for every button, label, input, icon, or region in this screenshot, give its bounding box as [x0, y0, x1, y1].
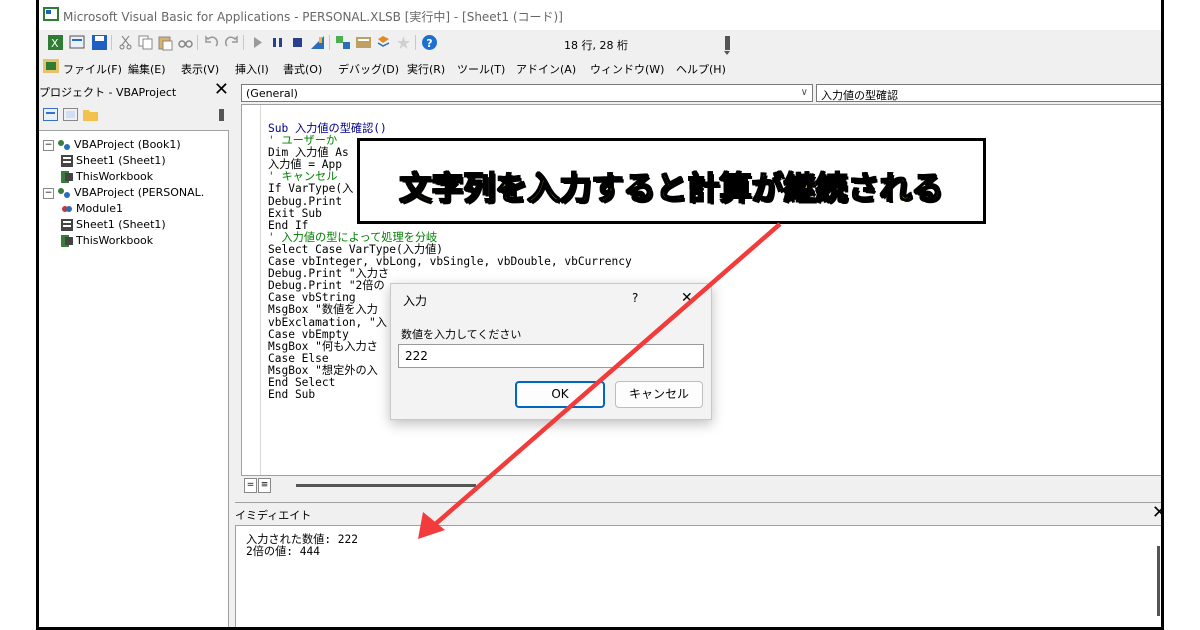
project-toolbar-options-icon[interactable]	[219, 109, 224, 121]
insert-module-icon[interactable]	[69, 34, 86, 51]
tree-node-personal[interactable]: − VBAProject (PERSONAL.	[43, 185, 204, 201]
tree-node-sheet1-personal[interactable]: Sheet1 (Sheet1)	[61, 217, 166, 233]
view-object-icon[interactable]	[63, 108, 78, 121]
view-excel-icon[interactable]: X	[47, 34, 64, 51]
project-explorer-header: プロジェクト - VBAProject ✕	[39, 80, 229, 102]
dialog-value-input[interactable]	[398, 344, 704, 368]
menu-debug[interactable]: デバッグ(D)	[338, 61, 399, 77]
annotation-callout: 文字列を入力すると計算が継続される	[357, 138, 986, 224]
vba-app-icon	[43, 7, 59, 21]
immediate-header: イミディエイト ✕	[235, 502, 1161, 525]
window-title: Microsoft Visual Basic for Applications …	[63, 10, 563, 24]
immediate-title: イミディエイト	[235, 509, 312, 522]
code-window-header: (General) ∨ 入力値の型確認	[241, 84, 1161, 104]
ok-button[interactable]: OK	[515, 381, 605, 408]
project-explorer-icon[interactable]	[335, 34, 352, 51]
immediate-window[interactable]: 入力された数値: 222 2倍の値: 444	[235, 525, 1161, 627]
tree-node-thisworkbook[interactable]: ThisWorkbook	[61, 169, 153, 185]
dialog-help-button[interactable]: ?	[632, 291, 638, 305]
menu-view[interactable]: 表示(V)	[181, 61, 219, 77]
collapse-icon[interactable]: −	[43, 139, 54, 151]
workbook-icon	[61, 235, 73, 247]
procedure-view-icon[interactable]: =	[244, 478, 257, 493]
save-icon[interactable]	[91, 34, 108, 51]
project-tree: − VBAProject (Book1) Sheet1 (Sheet1) This…	[39, 130, 229, 627]
code-margin[interactable]	[242, 105, 261, 475]
workbook-icon	[61, 171, 73, 183]
tree-label: Sheet1 (Sheet1)	[76, 218, 166, 231]
callout-text: 文字列を入力すると計算が継続される	[399, 168, 945, 208]
chevron-down-icon[interactable]: ∨	[801, 87, 808, 98]
inputbox-dialog: 入力 ? ✕ 数値を入力してください OK キャンセル	[390, 283, 712, 420]
properties-icon[interactable]	[355, 34, 372, 51]
menu-addins[interactable]: アドイン(A)	[516, 61, 576, 77]
project-close-button[interactable]: ✕	[214, 81, 229, 99]
help-icon[interactable]: ?	[421, 34, 438, 51]
redo-icon[interactable]	[223, 34, 240, 51]
sheet-icon	[61, 155, 73, 167]
collapse-icon[interactable]: −	[43, 187, 54, 199]
tree-label: Module1	[76, 202, 123, 215]
menu-window[interactable]: ウィンドウ(W)	[590, 61, 664, 77]
title-bar: Microsoft Visual Basic for Applications …	[39, 0, 1161, 30]
tree-node-book1[interactable]: − VBAProject (Book1)	[43, 137, 181, 153]
menu-help[interactable]: ヘルプ(H)	[676, 61, 726, 77]
menu-insert[interactable]: 挿入(I)	[235, 61, 269, 77]
horizontal-scrollbar[interactable]	[296, 484, 476, 487]
menu-file[interactable]: ファイル(F)	[63, 61, 122, 77]
toolbar-options-icon[interactable]	[724, 36, 730, 55]
menu-format[interactable]: 書式(O)	[283, 61, 322, 77]
cancel-button[interactable]: キャンセル	[615, 381, 703, 408]
menu-edit[interactable]: 編集(E)	[128, 61, 166, 77]
reset-icon[interactable]	[289, 34, 306, 51]
paste-icon[interactable]	[157, 34, 174, 51]
tree-label: VBAProject (PERSONAL.	[74, 186, 205, 199]
svg-text:X: X	[51, 37, 59, 50]
run-icon[interactable]	[249, 34, 266, 51]
tree-node-module1[interactable]: Module1	[61, 201, 123, 217]
project-explorer-title: プロジェクト - VBAProject	[39, 86, 177, 99]
toolbox-icon[interactable]	[395, 34, 412, 51]
find-icon[interactable]	[177, 34, 194, 51]
tree-node-sheet1[interactable]: Sheet1 (Sheet1)	[61, 153, 166, 169]
copy-icon[interactable]	[137, 34, 154, 51]
cursor-position: 18 行, 28 桁	[564, 39, 628, 52]
svg-text:?: ?	[426, 37, 432, 50]
tree-label: ThisWorkbook	[76, 170, 154, 183]
dialog-prompt: 数値を入力してください	[401, 328, 522, 341]
menu-bar: ファイル(F) 編集(E) 表示(V) 挿入(I) 書式(O) デバッグ(D) …	[39, 56, 1161, 78]
object-combo[interactable]: (General) ∨	[241, 84, 813, 102]
code-window-icon	[43, 59, 59, 73]
object-browser-icon[interactable]	[375, 34, 392, 51]
break-icon[interactable]	[269, 34, 286, 51]
tree-label: Sheet1 (Sheet1)	[76, 154, 166, 167]
project-toolbar	[39, 103, 229, 129]
full-module-view-icon[interactable]: ≡	[258, 478, 271, 493]
tree-node-thisworkbook-personal[interactable]: ThisWorkbook	[61, 233, 153, 249]
procedure-combo-value: 入力値の型確認	[821, 89, 898, 102]
dialog-title: 入力	[403, 294, 428, 308]
undo-icon[interactable]	[203, 34, 220, 51]
cut-icon[interactable]	[117, 34, 134, 51]
menu-run[interactable]: 実行(R)	[407, 61, 445, 77]
project-icon	[58, 188, 70, 198]
project-icon	[58, 140, 70, 150]
tree-label: ThisWorkbook	[76, 234, 154, 247]
immediate-close-button[interactable]: ✕	[1152, 504, 1161, 522]
vertical-scrollbar[interactable]	[1157, 546, 1160, 616]
code-footer: = ≡	[241, 476, 1161, 496]
tree-label: VBAProject (Book1)	[74, 138, 181, 151]
menu-tools[interactable]: ツール(T)	[457, 61, 505, 77]
sheet-icon	[61, 219, 73, 231]
immediate-output: 入力された数値: 222 2倍の値: 444	[246, 533, 358, 558]
module-icon	[62, 206, 72, 212]
standard-toolbar: X ? 18 行, 28 桁	[39, 30, 1161, 56]
view-code-icon[interactable]	[43, 108, 58, 121]
object-combo-value: (General)	[246, 87, 298, 100]
toggle-folders-icon[interactable]	[83, 108, 98, 121]
procedure-combo[interactable]: 入力値の型確認	[816, 84, 1161, 102]
design-mode-icon[interactable]	[309, 34, 326, 51]
dialog-close-button[interactable]: ✕	[681, 290, 693, 306]
